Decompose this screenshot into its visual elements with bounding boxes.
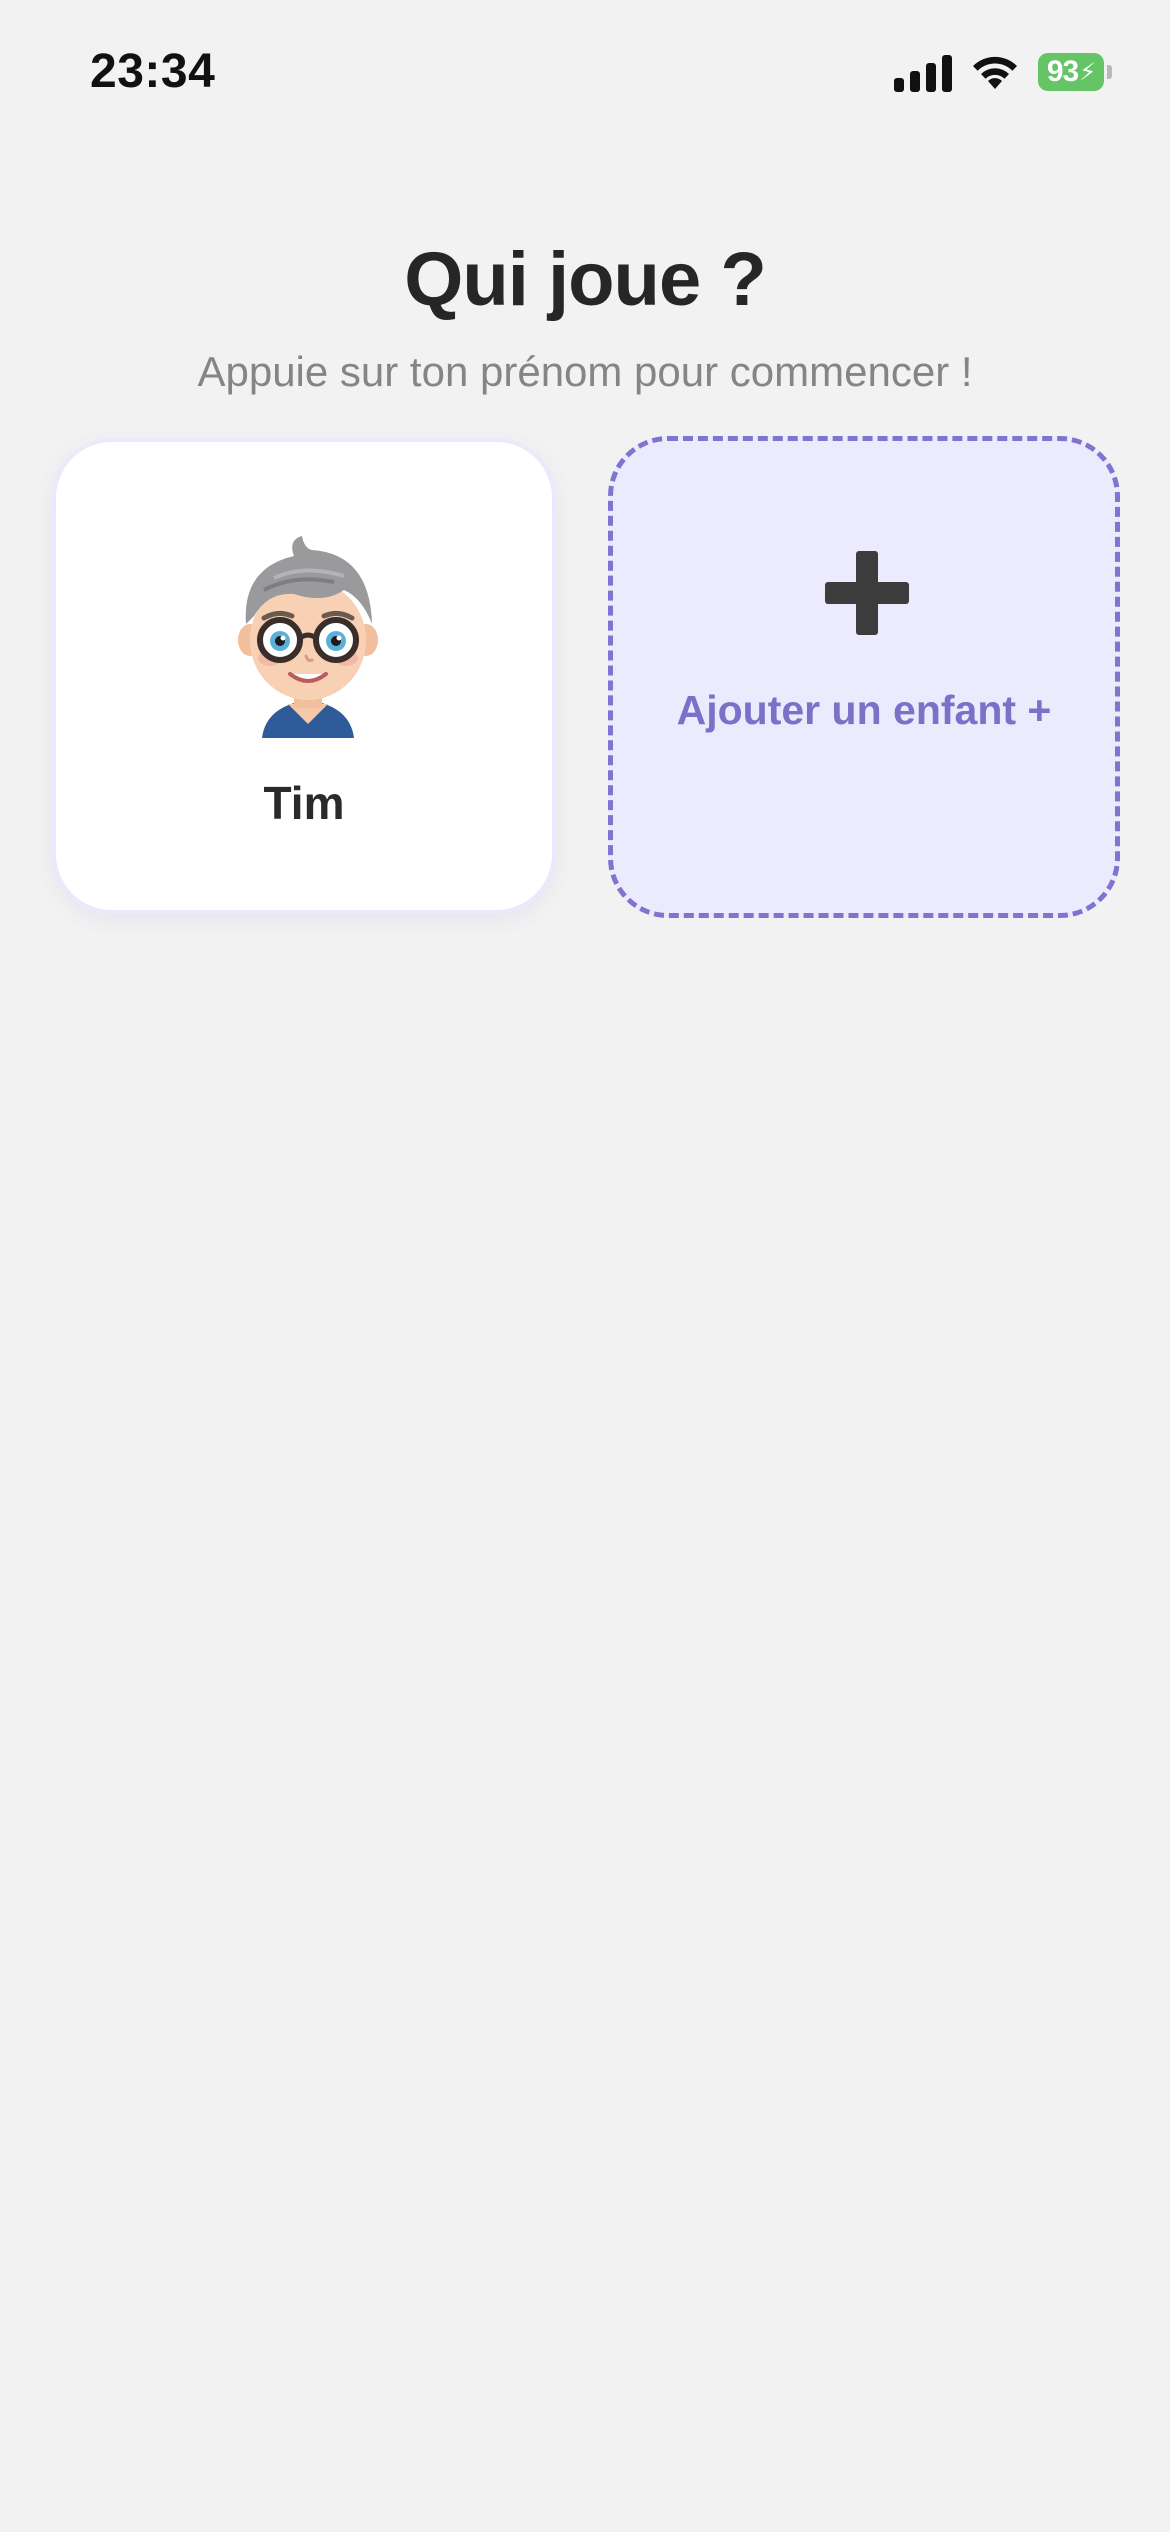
add-child-button[interactable]: Ajouter un enfant +	[608, 436, 1120, 918]
status-icons: 93 ⚡	[894, 52, 1112, 92]
status-time: 23:34	[90, 45, 216, 98]
battery-icon: 93 ⚡	[1038, 53, 1112, 91]
battery-level: 93 ⚡	[1038, 53, 1104, 91]
plus-icon	[825, 551, 909, 635]
profile-name: Tim	[263, 777, 345, 829]
wifi-icon	[970, 53, 1020, 91]
profile-card-tim[interactable]: Tim	[52, 438, 556, 914]
signal-icon	[894, 52, 952, 92]
add-child-label: Ajouter un enfant +	[676, 687, 1052, 733]
status-bar: 23:34 93 ⚡	[0, 0, 1170, 150]
page-subtitle: Appuie sur ton prénom pour commencer !	[197, 348, 973, 395]
page-title: Qui joue ?	[404, 237, 767, 322]
charging-bolt-icon: ⚡	[1079, 58, 1096, 86]
boy-with-glasses-avatar	[224, 528, 392, 738]
battery-percent: 93	[1046, 55, 1079, 88]
